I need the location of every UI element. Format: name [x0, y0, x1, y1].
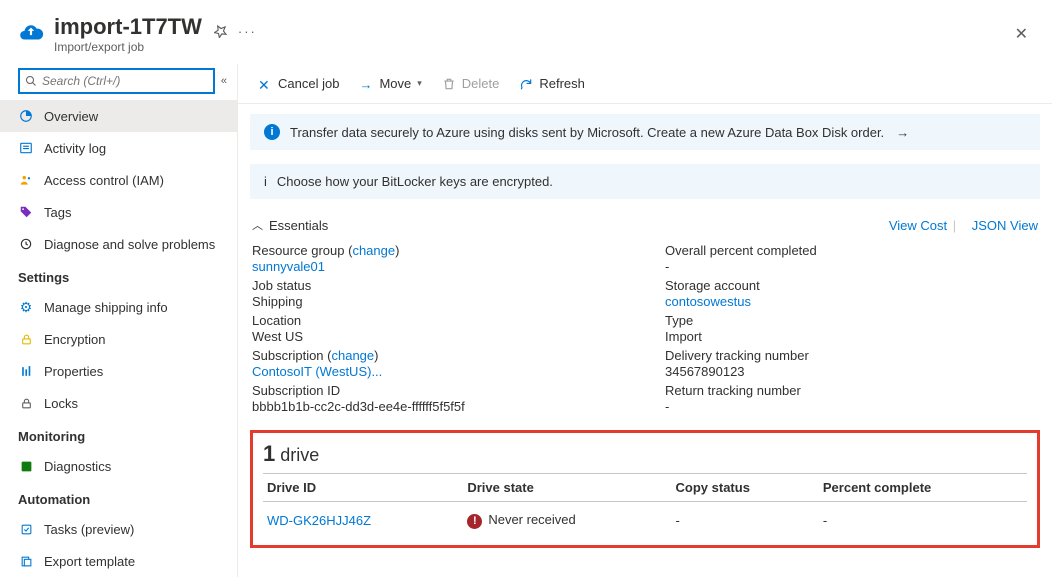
essentials-item: Job statusShipping [252, 278, 625, 309]
table-header: Drive state [463, 474, 671, 502]
pin-icon[interactable] [214, 24, 228, 41]
sidebar: « Overview Activity log Access control (… [0, 64, 238, 577]
delete-icon [442, 77, 456, 91]
toolbar: ✕Cancel job →Move▾ Delete Refresh [238, 64, 1052, 104]
arrow-right-icon: → [896, 125, 909, 140]
search-input[interactable] [18, 68, 215, 94]
essentials-value-link[interactable]: ContosoIT (WestUS)... [252, 364, 382, 379]
more-icon[interactable]: ··· [238, 24, 257, 41]
essentials-item: Delivery tracking number34567890123 [665, 348, 1038, 379]
sidebar-item-locks[interactable]: Locks [0, 387, 237, 419]
change-link[interactable]: change [352, 243, 395, 258]
refresh-button[interactable]: Refresh [511, 72, 593, 95]
sidebar-item-diagnostics[interactable]: Diagnostics [0, 450, 237, 482]
essentials-item: TypeImport [665, 313, 1038, 344]
page-title: import-1T7TW [54, 14, 202, 40]
table-header: Drive ID [263, 474, 463, 502]
error-icon: ! [467, 514, 482, 529]
drive-state: !Never received [463, 502, 671, 531]
essentials-section: ︿ Essentials View Cost | JSON View Resou… [250, 211, 1040, 422]
sidebar-item-tags[interactable]: Tags [0, 196, 237, 228]
sidebar-item-encryption[interactable]: Encryption [0, 323, 237, 355]
sidebar-section-automation: Automation [0, 482, 237, 513]
page-subtitle: Import/export job [54, 40, 202, 54]
properties-icon [18, 363, 34, 379]
locks-icon [18, 395, 34, 411]
info-icon: i [264, 174, 267, 189]
drives-table: Drive IDDrive stateCopy statusPercent co… [263, 473, 1027, 531]
drives-section: 1 drive Drive IDDrive stateCopy statusPe… [250, 430, 1040, 548]
export-template-icon [18, 553, 34, 569]
close-button[interactable]: ✕ [1011, 20, 1032, 48]
sidebar-item-properties[interactable]: Properties [0, 355, 237, 387]
table-row: WD-GK26HJJ46Z!Never received-- [263, 502, 1027, 531]
sidebar-item-diagnose[interactable]: Diagnose and solve problems [0, 228, 237, 260]
cancel-icon: ✕ [258, 77, 272, 91]
header-actions: ··· [214, 24, 257, 41]
blade-header: import-1T7TW Import/export job ··· ✕ [0, 0, 1052, 64]
essentials-item: Overall percent completed- [665, 243, 1038, 274]
change-link[interactable]: change [331, 348, 374, 363]
essentials-item: Resource group (change)sunnyvale01 [252, 243, 625, 274]
drives-title: 1 drive [263, 439, 1027, 473]
main-content: ✕Cancel job →Move▾ Delete Refresh i Tran… [238, 64, 1052, 577]
essentials-item: Subscription IDbbbb1b1b-cc2c-dd3d-ee4e-f… [252, 383, 625, 414]
overview-icon [18, 108, 34, 124]
sidebar-item-tasks[interactable]: Tasks (preview) [0, 513, 237, 545]
sidebar-item-overview[interactable]: Overview [0, 100, 237, 132]
json-view-link[interactable]: JSON View [972, 218, 1038, 233]
sidebar-section-monitoring: Monitoring [0, 419, 237, 450]
access-control-icon [18, 172, 34, 188]
delete-button: Delete [434, 72, 508, 95]
view-cost-link[interactable]: View Cost [889, 218, 947, 233]
sidebar-item-shipping[interactable]: ⚙Manage shipping info [0, 291, 237, 323]
diagnostics-icon [18, 458, 34, 474]
shipping-icon: ⚙ [18, 299, 34, 315]
activity-log-icon [18, 140, 34, 156]
essentials-links: View Cost | JSON View [879, 218, 1038, 233]
essentials-item: Subscription (change)ContosoIT (WestUS).… [252, 348, 625, 379]
cancel-job-button[interactable]: ✕Cancel job [250, 72, 347, 95]
move-button[interactable]: →Move▾ [351, 72, 429, 95]
bitlocker-banner[interactable]: i Choose how your BitLocker keys are enc… [250, 164, 1040, 199]
table-header: Percent complete [819, 474, 1027, 502]
tasks-icon [18, 521, 34, 537]
chevron-up-icon: ︿ [252, 217, 263, 233]
essentials-item: LocationWest US [252, 313, 625, 344]
collapse-sidebar-icon[interactable]: « [221, 75, 227, 87]
essentials-item: Storage accountcontosowestus [665, 278, 1038, 309]
essentials-value-link[interactable]: contosowestus [665, 294, 751, 309]
sidebar-item-export-template[interactable]: Export template [0, 545, 237, 577]
info-icon: i [264, 124, 280, 140]
sidebar-search-wrap: « [18, 68, 227, 94]
diagnose-icon [18, 236, 34, 252]
drive-id-link[interactable]: WD-GK26HJJ46Z [267, 513, 371, 528]
table-header: Copy status [672, 474, 819, 502]
chevron-down-icon: ▾ [417, 78, 422, 89]
copy-status: - [672, 502, 819, 531]
refresh-icon [519, 77, 533, 91]
move-icon: → [359, 77, 373, 91]
essentials-value-link[interactable]: sunnyvale01 [252, 259, 325, 274]
essentials-item: Return tracking number- [665, 383, 1038, 414]
sidebar-item-activity-log[interactable]: Activity log [0, 132, 237, 164]
essentials-toggle[interactable]: ︿ Essentials [252, 217, 328, 233]
cloud-upload-icon [18, 20, 44, 46]
header-text: import-1T7TW Import/export job [54, 14, 202, 54]
databox-banner[interactable]: i Transfer data securely to Azure using … [250, 114, 1040, 150]
sidebar-section-settings: Settings [0, 260, 237, 291]
tags-icon [18, 204, 34, 220]
sidebar-item-access-control[interactable]: Access control (IAM) [0, 164, 237, 196]
lock-icon [18, 331, 34, 347]
percent-complete: - [819, 502, 1027, 531]
